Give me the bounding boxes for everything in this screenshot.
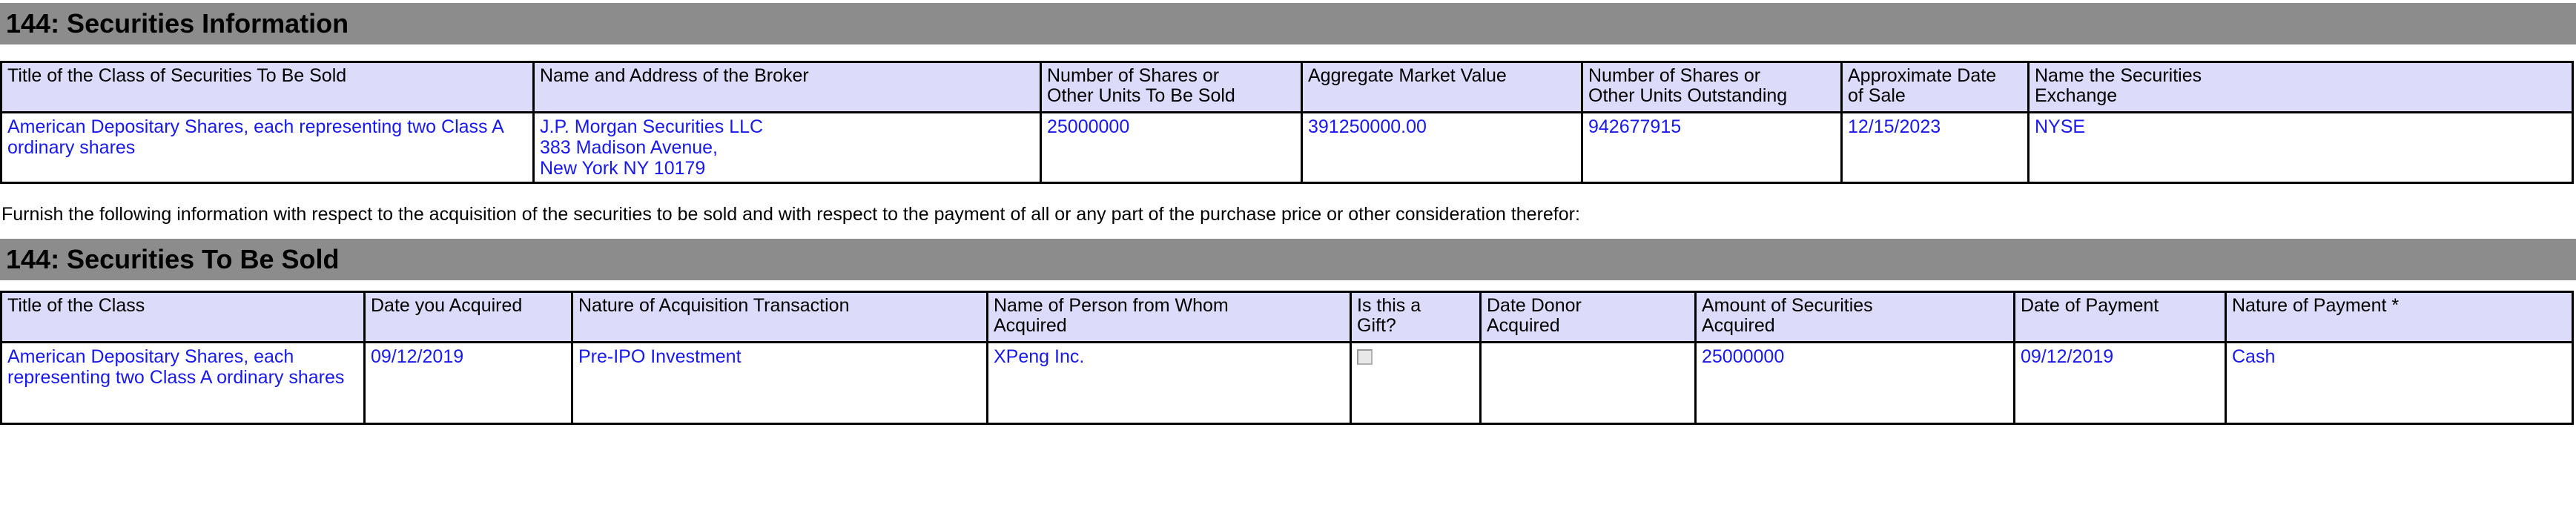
cell-title-of-class: American Depositary Shares, each represe… xyxy=(0,111,535,184)
col-header-line: Acquired xyxy=(1487,314,1560,336)
col-header-line: Date you Acquired xyxy=(371,295,523,316)
cell-date-donor-acquired xyxy=(1479,341,1697,425)
cell-nature-of-acquisition: Pre-IPO Investment xyxy=(571,341,988,425)
col-header-line: Gift? xyxy=(1357,314,1396,336)
cell-person-from-whom-acquired: XPeng Inc. xyxy=(986,341,1352,425)
col-header-person-from-whom-acquired: Name of Person from Whom Acquired xyxy=(986,291,1352,343)
cell-broker-address: J.P. Morgan Securities LLC 383 Madison A… xyxy=(532,111,1042,184)
col-header-line: Title of the Class of Securities To Be S… xyxy=(7,65,347,86)
section-two-title: 144: Securities To Be Sold xyxy=(6,244,340,274)
furnish-instructions-text: Furnish the following information with r… xyxy=(1,204,1580,225)
cell-date-of-payment: 09/12/2019 xyxy=(2013,341,2227,425)
col-header-nature-of-acquisition: Nature of Acquisition Transaction xyxy=(571,291,988,343)
cell-shares-to-be-sold: 25000000 xyxy=(1040,111,1303,184)
col-header-line: Number of Shares or xyxy=(1588,65,1761,86)
spacer-after-furnish-note xyxy=(0,225,2576,239)
col-header-date-of-payment: Date of Payment xyxy=(2013,291,2227,343)
table-header-row: Title of the Class of Securities To Be S… xyxy=(0,61,2574,113)
table-row: American Depositary Shares, each represe… xyxy=(0,341,2574,425)
section-one-title: 144: Securities Information xyxy=(6,8,349,39)
col-header-line: Nature of Payment * xyxy=(2232,295,2400,316)
col-header-line: Title of the Class xyxy=(7,295,145,316)
broker-name: J.P. Morgan Securities LLC xyxy=(540,116,764,137)
broker-street: 383 Madison Avenue, xyxy=(540,137,719,158)
col-header-broker: Name and Address of the Broker xyxy=(532,61,1042,113)
col-header-line: Amount of Securities xyxy=(1702,295,1873,316)
col-header-line: Acquired xyxy=(994,314,1067,336)
col-header-securities-exchange: Name the Securities Exchange xyxy=(2027,61,2574,113)
spacer-after-section-one-bar xyxy=(0,44,2576,61)
col-header-units-outstanding: Number of Shares or Other Units Outstand… xyxy=(1581,61,1843,113)
cell-amount-of-securities-acquired: 25000000 xyxy=(1694,341,2015,425)
table-header-row: Title of the Class Date you Acquired Nat… xyxy=(0,291,2574,343)
cell-approximate-date-of-sale: 12/15/2023 xyxy=(1840,111,2030,184)
col-header-line: Approximate Date xyxy=(1848,65,1997,86)
col-header-line: Nature of Acquisition Transaction xyxy=(578,295,850,316)
col-header-line: Date of Payment xyxy=(2021,295,2159,316)
securities-to-be-sold-table: Title of the Class Date you Acquired Nat… xyxy=(0,291,2574,425)
col-header-line: of Sale xyxy=(1848,85,1906,106)
cell-units-outstanding: 942677915 xyxy=(1581,111,1843,184)
col-header-title-of-class: Title of the Class xyxy=(0,291,366,343)
col-header-amount-of-securities-acquired: Amount of Securities Acquired xyxy=(1694,291,2015,343)
col-header-line: Acquired xyxy=(1702,314,1775,336)
spacer-before-furnish-note xyxy=(0,184,2576,203)
col-header-date-donor-acquired: Date Donor Acquired xyxy=(1479,291,1697,343)
col-header-is-this-a-gift: Is this a Gift? xyxy=(1350,291,1482,343)
spacer-after-section-two-bar xyxy=(0,280,2576,291)
section-header-securities-to-be-sold: 144: Securities To Be Sold xyxy=(0,239,2576,280)
col-header-line: Other Units Outstanding xyxy=(1588,85,1788,106)
securities-information-table: Title of the Class of Securities To Be S… xyxy=(0,61,2574,184)
col-header-line: Other Units To Be Sold xyxy=(1047,85,1235,106)
col-header-line: Date Donor xyxy=(1487,295,1582,316)
cell-nature-of-payment: Cash xyxy=(2225,341,2574,425)
cell-title-of-class: American Depositary Shares, each represe… xyxy=(0,341,366,425)
cell-date-you-acquired: 09/12/2019 xyxy=(363,341,573,425)
col-header-approximate-date-of-sale: Approximate Date of Sale xyxy=(1840,61,2030,113)
col-header-nature-of-payment: Nature of Payment * xyxy=(2225,291,2574,343)
cell-aggregate-market-value: 391250000.00 xyxy=(1301,111,1583,184)
form-144-page: 144: Securities Information Title of the… xyxy=(0,0,2576,522)
cell-is-this-a-gift[interactable] xyxy=(1350,341,1482,425)
col-header-aggregate-market-value: Aggregate Market Value xyxy=(1301,61,1583,113)
gift-checkbox[interactable] xyxy=(1357,349,1373,365)
cell-securities-exchange: NYSE xyxy=(2027,111,2574,184)
col-header-shares-to-be-sold: Number of Shares or Other Units To Be So… xyxy=(1040,61,1303,113)
section-header-securities-information: 144: Securities Information xyxy=(0,3,2576,44)
col-header-line: Name the Securities xyxy=(2035,65,2202,86)
col-header-title-of-class: Title of the Class of Securities To Be S… xyxy=(0,61,535,113)
col-header-line: Exchange xyxy=(2035,85,2118,106)
table-row: American Depositary Shares, each represe… xyxy=(0,111,2574,184)
col-header-line: Name of Person from Whom xyxy=(994,295,1229,316)
col-header-line: Is this a xyxy=(1357,295,1421,316)
col-header-line: Name and Address of the Broker xyxy=(540,65,809,86)
col-header-date-you-acquired: Date you Acquired xyxy=(363,291,573,343)
col-header-line: Aggregate Market Value xyxy=(1308,65,1507,86)
col-header-line: Number of Shares or xyxy=(1047,65,1220,86)
broker-city-state-zip: New York NY 10179 xyxy=(540,158,706,179)
